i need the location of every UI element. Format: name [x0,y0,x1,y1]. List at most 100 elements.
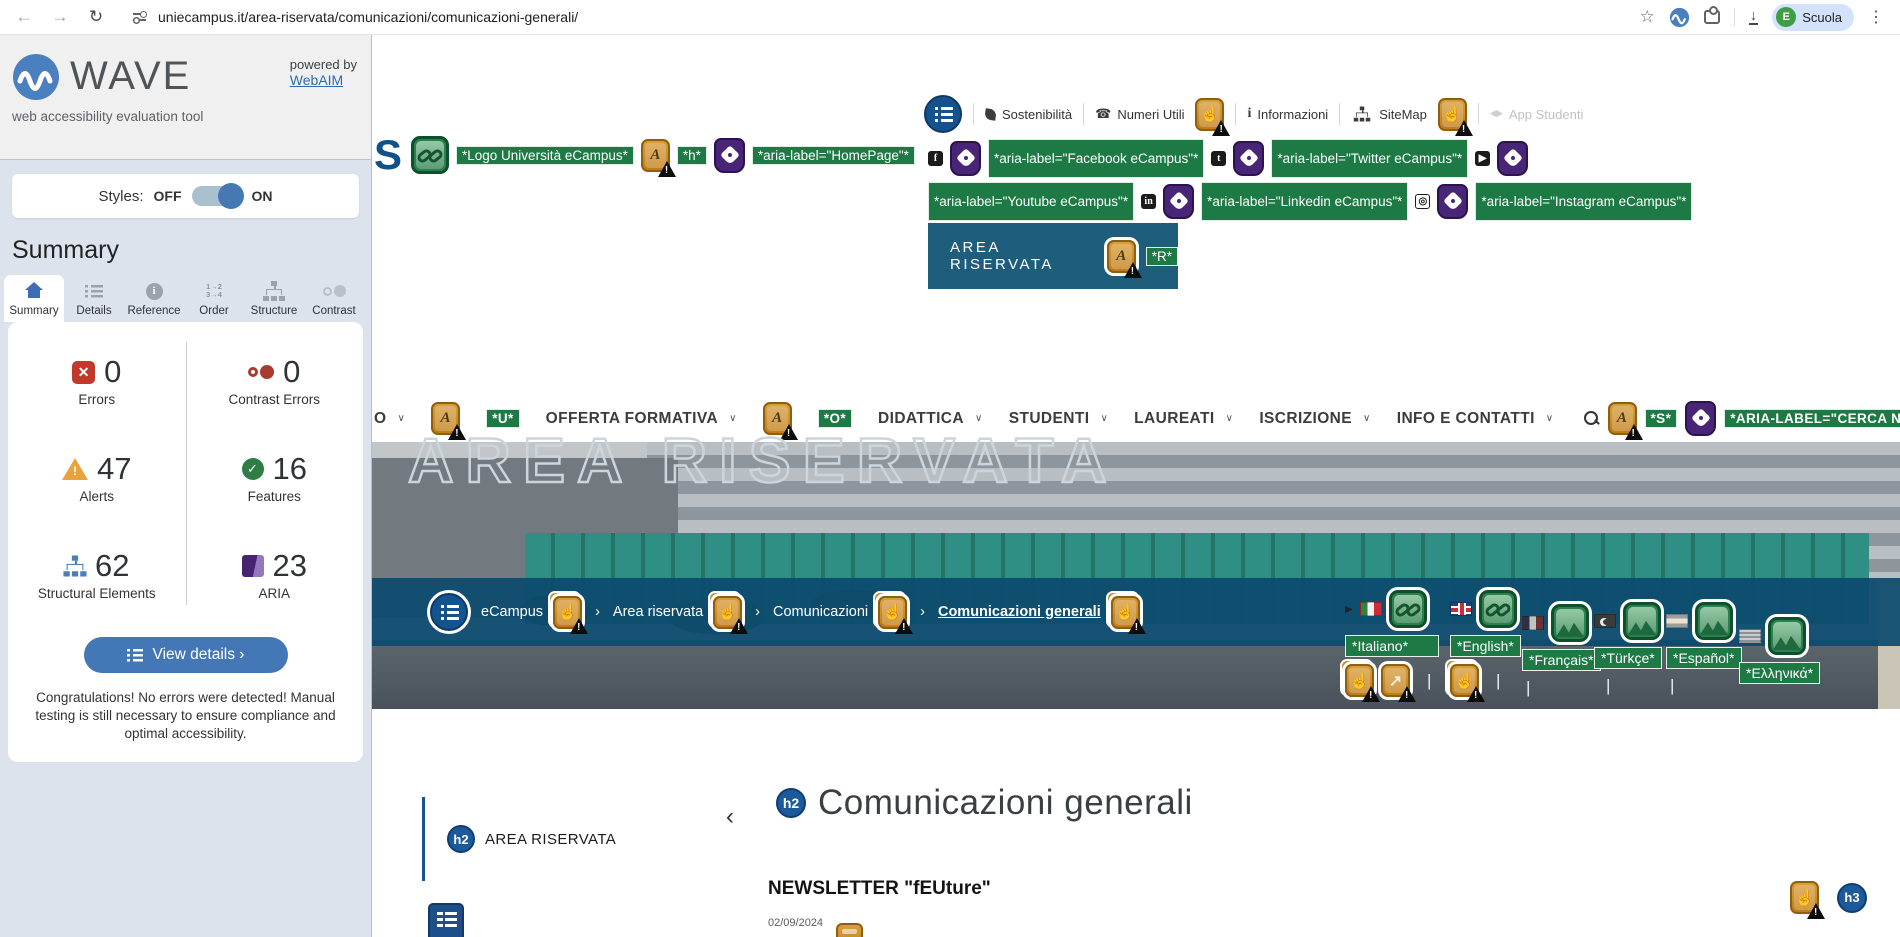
bookmark-icon[interactable]: ☆ [1640,7,1655,27]
tab-summary[interactable]: Summary [4,275,64,322]
tab-structure[interactable]: Structure [244,275,304,322]
flag-turkey-icon[interactable] [1594,614,1616,628]
nav-sostenibilita[interactable]: Sostenibilità [984,107,1072,122]
utility-nav: Sostenibilità ☎Numeri Utili ☝ iInformazi… [924,95,1583,136]
feature-check-icon: ✓ [241,458,264,480]
profile-chip[interactable]: E Scuola [1772,3,1854,31]
wave-aria-tag-icon[interactable] [1437,184,1469,219]
summary-heading: Summary [12,236,119,264]
styles-toggle[interactable] [191,183,244,209]
breadcrumb-item-area-riservata[interactable]: Area riservata ☝ [613,590,749,634]
wave-external-link-alert-icon[interactable]: ↗ [1381,664,1416,702]
url-text[interactable]: uniecampus.it/area-riservata/comunicazio… [158,9,578,25]
forward-icon[interactable]: → [46,3,74,31]
nav-item-ateneo[interactable]: O [374,410,405,428]
wave-aria-tag-icon[interactable] [1497,141,1529,176]
wave-list-structure-icon[interactable] [924,95,962,133]
view-details-button[interactable]: View details › [83,637,288,673]
h3-badge[interactable]: h3 [1837,882,1867,913]
wave-extension-icon[interactable] [1669,7,1690,28]
wave-alert-icon[interactable]: A [640,138,676,177]
flag-greece-icon[interactable] [1739,629,1761,643]
breadcrumb-item-comunicazioni-generali[interactable]: Comunicazioni generali ☝ [938,590,1146,634]
downloads-icon[interactable]: ↓ [1748,8,1759,25]
collapse-chevron-icon[interactable]: ‹ [726,803,734,831]
home-icon [25,282,43,299]
leaf-icon [984,107,997,121]
area-riservata-button[interactable]: AREA RISERVATA A *R* [928,223,1178,289]
youtube-icon[interactable]: ▶ [1475,151,1491,166]
wave-image-alt-icon[interactable] [1768,617,1806,655]
wave-alert-icon[interactable]: ☝ [1437,97,1473,136]
wave-alert-icon[interactable]: A [1607,402,1643,440]
nav-sitemap[interactable]: SiteMap [1351,104,1427,124]
flag-spain-icon[interactable] [1666,614,1688,628]
wave-image-alt-icon[interactable] [1695,602,1733,640]
ecampus-logo-fragment[interactable]: S [374,134,402,176]
extensions-icon[interactable] [1703,6,1720,24]
search-icon[interactable] [1583,410,1600,427]
tab-order[interactable]: 1→2 3→4 Order [184,275,244,322]
wave-alert-icon[interactable]: ☝ [1790,881,1825,919]
wave-alert-icon[interactable]: ☝ [708,590,749,634]
nav-item-info-e-contatti[interactable]: INFO E CONTATTI [1397,410,1554,428]
lang-ellinika: *Ελληνικά* [1739,617,1821,684]
wave-aria-tag-icon[interactable] [1685,401,1717,436]
flag-france-icon[interactable] [1522,616,1544,630]
h2-badge[interactable]: h2 [447,825,475,853]
wave-aria-tag-icon[interactable] [950,141,981,176]
twitter-icon[interactable]: t [1211,151,1227,166]
nav-app-studenti[interactable]: App Studenti [1489,107,1583,122]
wave-alert-icon-clipped[interactable] [836,923,863,937]
wave-alert-icon[interactable]: ☝ [548,590,589,634]
back-icon[interactable]: ← [10,3,38,31]
side-menu-area-riservata[interactable]: h2 AREA RISERVATA ‹ [422,797,734,881]
h2-badge[interactable]: h2 [776,788,806,818]
nav-item-iscrizione[interactable]: ISCRIZIONE [1259,410,1370,428]
tab-contrast[interactable]: Contrast [304,275,364,322]
breadcrumb-separator: › [595,604,600,620]
wave-aria-tag-icon[interactable] [713,137,745,173]
wave-alert-icon[interactable]: ☝ [1340,659,1380,702]
toggle-knob[interactable] [217,183,244,209]
linkedin-icon[interactable]: in [1141,194,1157,209]
tab-details[interactable]: Details [64,275,124,322]
breadcrumb-item-ecampus[interactable]: eCampus ☝ [481,590,589,634]
instagram-icon[interactable]: ◎ [1415,194,1431,209]
nav-informazioni[interactable]: i Informazioni [1247,106,1328,122]
powered-by-text: powered by [289,57,357,72]
wave-aria-tag-icon[interactable] [1233,141,1265,176]
nav-numeri-utili[interactable]: ☎ Numeri Utili [1095,106,1184,122]
wave-blockquote-structure-icon[interactable] [428,903,464,937]
wave-alert-icon[interactable]: ☝ [1105,590,1146,634]
breadcrumb-item-comunicazioni[interactable]: Comunicazioni ☝ [773,590,914,634]
article-title[interactable]: NEWSLETTER "fEUture" [768,878,991,900]
wave-linked-image-icon[interactable] [1388,590,1427,628]
social-annotation-row: f *aria-label="Facebook eCampus"* t *ari… [928,139,1703,221]
flag-uk-icon[interactable] [1450,602,1472,616]
wave-linked-image-icon[interactable] [1479,590,1517,628]
site-info-icon[interactable] [132,9,148,25]
lang-francais: *Français* | [1522,604,1601,698]
wave-linked-image-icon[interactable] [411,136,450,174]
wave-list-structure-icon[interactable] [430,593,468,631]
nav-item-laureati[interactable]: LAUREATI [1134,410,1233,428]
wave-title: WAVE [70,54,192,98]
styles-on-label: ON [251,188,273,204]
flag-italy-icon[interactable] [1359,602,1382,616]
wave-alert-icon[interactable]: A [1106,239,1142,278]
address-bar[interactable]: uniecampus.it/area-riservata/comunicazio… [132,9,1640,25]
tab-reference[interactable]: i Reference [124,275,184,322]
wave-alt-label: *Italiano* [1345,635,1439,657]
wave-image-alt-icon[interactable] [1551,604,1589,642]
wave-image-alt-icon[interactable] [1623,602,1661,640]
wave-alert-icon[interactable]: ☝ [873,590,914,634]
refresh-icon[interactable]: ↻ [82,3,110,31]
wave-alert-icon[interactable]: ☝ [1195,97,1231,136]
wave-alert-icon[interactable]: ☝ [1445,659,1485,702]
wave-aria-tag-icon[interactable] [1163,184,1195,219]
facebook-icon[interactable]: f [928,151,943,166]
webaim-link[interactable]: WebAIM [290,72,343,88]
menu-kebab-icon[interactable]: ⋮ [1868,7,1884,27]
graduation-cap-icon [1489,110,1503,118]
